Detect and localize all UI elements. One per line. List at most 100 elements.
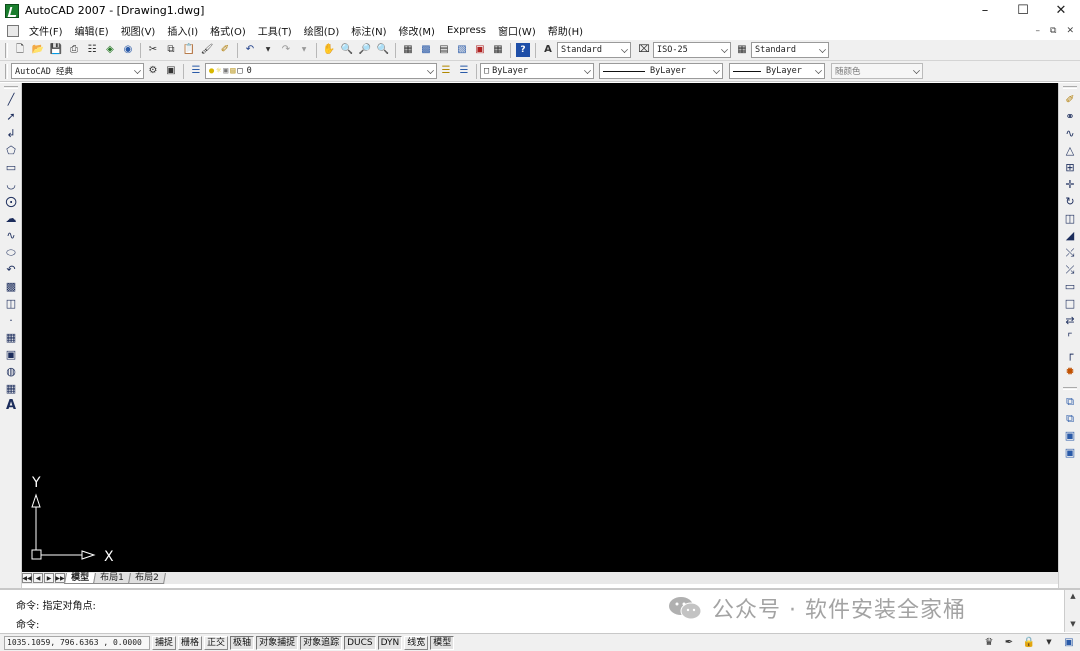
workspace-dropdown[interactable]: AutoCAD 经典 (11, 63, 144, 79)
fillet-icon[interactable]: ┌ (1063, 347, 1077, 361)
match-properties-icon[interactable]: 🖌 (200, 43, 214, 57)
hatch-icon[interactable]: ▦ (4, 330, 18, 344)
text-style-dropdown[interactable]: Standard (557, 42, 631, 58)
construction-line-icon[interactable]: ➚ (4, 109, 18, 123)
command-scrollbar[interactable]: ▲ ▼ (1064, 590, 1080, 632)
send-under-icon[interactable]: ▣ (1063, 445, 1077, 459)
model-toggle[interactable]: 模型 (430, 635, 455, 650)
zoom-realtime-icon[interactable]: 🔍 (340, 43, 354, 57)
tab-layout2[interactable]: 布局2 (127, 572, 166, 584)
pen-icon[interactable]: ✒ (1002, 635, 1016, 649)
table-icon[interactable]: ▦ (4, 381, 18, 395)
paste-icon[interactable]: 📋 (182, 43, 196, 57)
toolbar-grip[interactable] (5, 42, 8, 58)
workspace-save-icon[interactable]: ▣ (164, 64, 178, 78)
tab-first-icon[interactable]: ◀◀ (22, 573, 32, 583)
snap-toggle[interactable]: 捕捉 (152, 635, 177, 650)
spline-icon[interactable]: ∿ (4, 228, 18, 242)
autocad-app-icon[interactable] (5, 3, 19, 18)
minimize-button[interactable]: – (966, 0, 1004, 21)
point-icon[interactable]: · (4, 313, 18, 327)
print-icon[interactable]: ⎙ (67, 43, 81, 57)
block-editor-icon[interactable]: ✐ (218, 43, 232, 57)
command-prompt[interactable]: 命令: (16, 616, 39, 631)
menu-view[interactable]: 视图(V) (115, 23, 162, 38)
grid-toggle[interactable]: 栅格 (178, 635, 203, 650)
menu-file[interactable]: 文件(F) (23, 23, 69, 38)
break-icon[interactable]: □ (1063, 296, 1077, 310)
bring-above-icon[interactable]: ▣ (1063, 428, 1077, 442)
table-style-dropdown[interactable]: Standard (751, 42, 829, 58)
copy-icon[interactable]: ⧉ (164, 43, 178, 57)
tab-next-icon[interactable]: ▶ (44, 573, 54, 583)
ellipse-icon[interactable]: ⬭ (4, 245, 18, 259)
toolbar-grip[interactable] (1063, 387, 1077, 390)
line-icon[interactable]: ╱ (4, 92, 18, 106)
otrack-toggle[interactable]: 对象追踪 (300, 635, 343, 650)
doc-restore-icon[interactable]: ⧉ (1050, 26, 1056, 36)
explode-icon[interactable]: ✹ (1063, 364, 1077, 378)
design-center-icon[interactable]: ▩ (419, 43, 433, 57)
plot-preview-icon[interactable]: ☷ (85, 43, 99, 57)
multiline-text-icon[interactable]: A (4, 398, 18, 412)
open-file-icon[interactable]: 📂 (31, 43, 45, 57)
linetype-control-dropdown[interactable]: ByLayer (599, 63, 723, 79)
make-block-icon[interactable]: ◫ (4, 296, 18, 310)
toolbar-grip[interactable] (4, 86, 18, 89)
layer-dropdown[interactable]: ● ☼ ▣ ▤ □ 0 (205, 63, 437, 79)
bring-to-front-icon[interactable]: ⧉ (1063, 394, 1077, 408)
gradient-icon[interactable]: ▣ (4, 347, 18, 361)
table-style-icon[interactable]: ▦ (735, 43, 749, 57)
doc-minimize-icon[interactable]: – (1036, 26, 1041, 36)
polygon-icon[interactable]: ⬠ (4, 143, 18, 157)
menu-window[interactable]: 窗口(W) (492, 23, 542, 38)
rotate-icon[interactable]: ↻ (1063, 194, 1077, 208)
undo-dropdown-icon[interactable]: ▼ (261, 43, 275, 57)
scroll-up-icon[interactable]: ▲ (1069, 592, 1077, 600)
new-file-icon[interactable]: 🗋 (13, 43, 27, 57)
scroll-down-icon[interactable]: ▼ (1069, 620, 1077, 628)
document-icon[interactable] (7, 24, 19, 37)
menu-format[interactable]: 格式(O) (204, 23, 252, 38)
pan-icon[interactable]: ✋ (322, 43, 336, 57)
menu-tools[interactable]: 工具(T) (252, 23, 298, 38)
region-icon[interactable]: ◍ (4, 364, 18, 378)
maximize-button[interactable]: ☐ (1004, 0, 1042, 21)
send-to-back-icon[interactable]: ⧉ (1063, 411, 1077, 425)
zoom-window-icon[interactable]: 🔎 (358, 43, 372, 57)
tool-palettes-icon[interactable]: ▤ (437, 43, 451, 57)
insert-block-icon[interactable]: ▩ (4, 279, 18, 293)
markup-set-icon[interactable]: ▣ (473, 43, 487, 57)
move-icon[interactable]: ✛ (1063, 177, 1077, 191)
polar-toggle[interactable]: 极轴 (230, 635, 255, 650)
properties-icon[interactable]: ▦ (401, 43, 415, 57)
clean-screen-icon[interactable]: ▣ (1062, 635, 1076, 649)
ducs-toggle[interactable]: DUCS (344, 635, 376, 650)
menu-express[interactable]: Express (441, 25, 492, 36)
workspace-settings-icon[interactable]: ⚙ (146, 64, 160, 78)
chamfer-icon[interactable]: ⌜ (1063, 330, 1077, 344)
dimension-style-dropdown[interactable]: ISO-25 (653, 42, 731, 58)
copy-object-icon[interactable]: ⚭ (1063, 109, 1077, 123)
help-icon[interactable]: ? (516, 43, 530, 57)
erase-icon[interactable]: ✐ (1063, 92, 1077, 106)
toolbar-grip[interactable] (5, 63, 8, 79)
menu-dimension[interactable]: 标注(N) (345, 23, 392, 38)
mirror-icon[interactable]: ∿ (1063, 126, 1077, 140)
text-style-icon[interactable]: A (541, 43, 555, 57)
tab-model[interactable]: 模型 (64, 572, 96, 584)
close-button[interactable]: ✕ (1042, 0, 1080, 21)
redo-icon[interactable]: ↷ (279, 43, 293, 57)
break-at-point-icon[interactable]: ▭ (1063, 279, 1077, 293)
join-icon[interactable]: ⇄ (1063, 313, 1077, 327)
save-icon[interactable]: 💾 (49, 43, 63, 57)
dyn-toggle[interactable]: DYN (377, 635, 403, 650)
osnap-toggle[interactable]: 对象捕捉 (256, 635, 299, 650)
cut-icon[interactable]: ✂ (146, 43, 160, 57)
make-object-layer-current-icon[interactable]: ☰ (439, 64, 453, 78)
sheet-set-icon[interactable]: ▧ (455, 43, 469, 57)
quickcalc-icon[interactable]: ▦ (491, 43, 505, 57)
tab-layout1[interactable]: 布局1 (93, 572, 131, 584)
stretch-icon[interactable]: ◢ (1063, 228, 1077, 242)
drawing-canvas[interactable]: X Y (22, 83, 1058, 572)
